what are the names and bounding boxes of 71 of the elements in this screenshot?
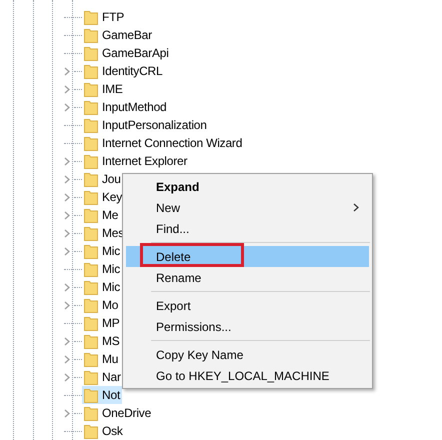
folder-icon [84,64,98,78]
menu-item[interactable]: Export [126,295,369,316]
tree-item[interactable]: Not [82,386,122,404]
chevron-icon[interactable] [64,300,70,310]
chevron-icon[interactable] [64,354,70,364]
tree-item[interactable]: IME [82,80,125,98]
tree-item[interactable]: GameBarApi [82,44,171,62]
folder-icon [84,82,98,96]
tree-item[interactable]: Osk [82,422,125,440]
menu-item[interactable]: Permissions... [126,316,369,337]
tree-item[interactable]: Internet Explorer [82,152,190,170]
chevron-icon[interactable] [64,156,70,166]
tree-item[interactable]: InputMethod [82,98,169,116]
folder-icon [84,28,98,42]
folder-icon [84,406,98,420]
folder-icon [84,298,98,312]
folder-icon [84,190,98,204]
menu-item[interactable]: Go to HKEY_LOCAL_MACHINE [126,365,369,386]
menu-item[interactable]: New [126,197,369,218]
tree-item[interactable]: Mic [82,242,122,260]
tree-item[interactable]: FTP [82,8,126,26]
tree-item[interactable]: Mo [82,296,120,314]
chevron-icon[interactable] [64,210,70,220]
chevron-icon[interactable] [64,102,70,112]
folder-icon [84,388,98,402]
menu-item[interactable]: Delete [126,246,369,267]
folder-icon [84,118,98,132]
menu-item[interactable]: Copy Key Name [126,344,369,365]
folder-icon [84,370,98,384]
chevron-icon[interactable] [64,228,70,238]
tree-item[interactable]: IdentityCRL [82,62,164,80]
folder-icon [84,46,98,60]
folder-icon [84,10,98,24]
chevron-icon[interactable] [64,66,70,76]
chevron-icon[interactable] [64,408,70,418]
chevron-icon[interactable] [64,372,70,382]
tree-item[interactable]: Key [82,188,124,206]
tree-item[interactable]: Nar [82,368,123,386]
folder-icon [84,154,98,168]
chevron-icon[interactable] [64,246,70,256]
menu-item[interactable]: Rename [126,267,369,288]
chevron-icon[interactable] [64,282,70,292]
tree-item[interactable]: Me [82,206,120,224]
folder-icon [84,226,98,240]
folder-icon [84,280,98,294]
menu-item[interactable]: Find... [126,218,369,239]
folder-icon [84,244,98,258]
folder-icon [84,424,98,438]
tree-item[interactable]: OneDrive [82,404,154,422]
folder-icon [84,316,98,330]
chevron-icon[interactable] [64,84,70,94]
tree-item[interactable]: Internet Connection Wizard [82,134,244,152]
folder-icon [84,334,98,348]
folder-icon [84,208,98,222]
tree-item[interactable]: InputPersonalization [82,116,209,134]
chevron-icon[interactable] [64,192,70,202]
tree-item[interactable]: GameBar [82,26,154,44]
folder-icon [84,262,98,276]
menu-item[interactable]: Expand [126,176,369,197]
folder-icon [84,352,98,366]
chevron-icon[interactable] [64,174,70,184]
folder-icon [84,172,98,186]
tree-item[interactable]: Mic [82,278,122,296]
tree-item[interactable]: Mic [82,260,122,278]
tree-item[interactable]: Mu [82,350,120,368]
tree-item[interactable]: MP [82,314,122,332]
chevron-icon[interactable] [64,336,70,346]
folder-icon [84,136,98,150]
tree-item[interactable]: MS [82,332,122,350]
tree-item[interactable]: Jou [82,170,123,188]
folder-icon [84,100,98,114]
